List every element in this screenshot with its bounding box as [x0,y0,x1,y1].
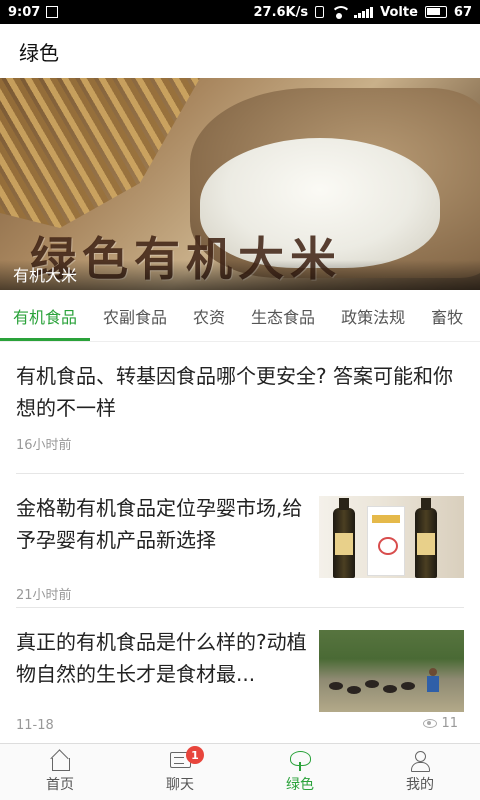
nav-green[interactable]: 绿色 [240,744,360,800]
oil-bottle-image [333,498,355,578]
nav-green-label: 绿色 [286,777,314,793]
tab-agricultural-supplies[interactable]: 农资 [180,290,238,341]
nav-home[interactable]: 首页 [0,744,120,800]
notification-app-icon [46,6,59,18]
pig-image [365,680,379,688]
tree-icon [289,750,311,772]
unread-badge: 1 [186,746,204,764]
oil-bottle-image [415,498,437,578]
nav-mine[interactable]: 我的 [360,744,480,800]
vibrate-icon [315,6,325,18]
network-speed: 27.6K/s [253,4,309,20]
view-count-value: 11 [441,716,458,731]
tab-livestock[interactable]: 畜牧 [418,290,476,341]
news-item[interactable]: 金格勒有机食品定位孕婴市场,给予孕婴有机产品新选择 21小时前 [16,474,464,608]
news-thumbnail [319,630,464,712]
news-time: 21小时前 [16,588,72,603]
category-tabs: 有机食品 农副食品 农资 生态食品 政策法规 畜牧 [0,290,480,342]
tab-policy[interactable]: 政策法规 [328,290,418,341]
news-thumbnail [319,496,464,578]
page-title: 绿色 [19,40,59,65]
news-item[interactable]: 有机食品、转基因食品哪个更安全? 答案可能和你想的不一样 16小时前 [16,342,464,474]
pig-image [347,686,361,694]
status-bar: 9:07 27.6K/s Volte 67 [0,0,480,24]
news-time: 16小时前 [16,438,72,453]
banner-caption: 有机大米 [13,266,78,285]
nav-chat-label: 聊天 [166,777,194,793]
nav-home-label: 首页 [46,777,74,793]
nav-chat[interactable]: 聊天 1 [120,744,240,800]
wifi-icon [331,6,352,19]
tab-eco-food[interactable]: 生态食品 [238,290,328,341]
banner-wheat-image [0,78,200,228]
nav-mine-label: 我的 [406,777,434,793]
tab-agricultural-food[interactable]: 农副食品 [90,290,180,341]
battery-icon [424,6,447,18]
farmer-image [427,668,439,704]
news-title: 有机食品、转基因食品哪个更安全? 答案可能和你想的不一样 [16,364,453,420]
tab-organic-food[interactable]: 有机食品 [0,290,91,341]
product-box-image [367,506,405,576]
news-time: 11-18 [16,718,54,733]
news-item[interactable]: 真正的有机食品是什么样的?动植物自然的生长才是食材最... 11-18 11 [16,608,464,743]
eye-icon [423,719,438,728]
pig-image [383,685,397,693]
battery-level: 67 [453,4,472,20]
pig-image [329,682,343,690]
user-icon [409,750,431,772]
news-title: 真正的有机食品是什么样的?动植物自然的生长才是食材最... [16,630,307,686]
news-list: 有机食品、转基因食品哪个更安全? 答案可能和你想的不一样 16小时前 金格勒有机… [0,342,480,743]
signal-icon [354,6,374,18]
home-icon [49,750,71,772]
banner-carousel[interactable]: 绿色有机大米 有机大米 [0,78,480,290]
bottom-navigation: 首页 聊天 1 绿色 我的 [0,743,480,800]
app-header: 绿色 [0,24,480,78]
news-title: 金格勒有机食品定位孕婴市场,给予孕婴有机产品新选择 [16,496,303,552]
carrier-label: Volte [380,4,418,20]
view-count: 11 [423,716,458,731]
pig-image [401,682,415,690]
status-time: 9:07 [8,4,41,20]
